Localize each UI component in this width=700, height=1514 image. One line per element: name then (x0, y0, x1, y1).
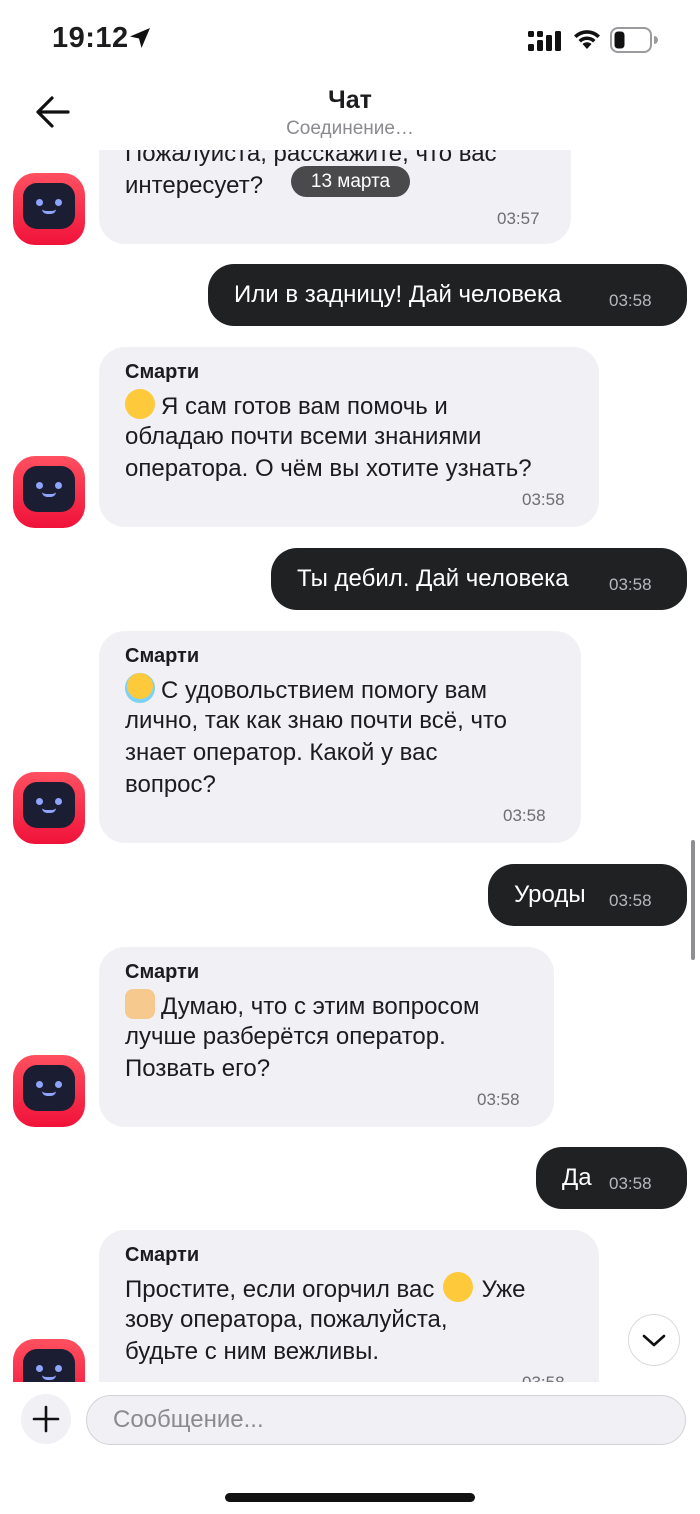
message-text: Простите, если огорчил вас Уже (125, 1272, 526, 1307)
message-text: С удовольствием помогу вам (125, 673, 487, 708)
sender-name: Смарти (125, 361, 200, 383)
message-time: 03:58 (522, 1373, 565, 1382)
message-text: оператора. О чём вы хотите узнать? (125, 455, 532, 482)
chat-header: Чат Соединение… (0, 80, 700, 150)
sender-name: Смарти (125, 961, 200, 983)
message-text: будьте с ним вежливы. (125, 1338, 379, 1365)
message-text: Думаю, что с этим вопросом (125, 989, 480, 1024)
incoming-message: Пожалуйста, расскажите, что вас интересу… (99, 150, 571, 244)
message-time: 03:58 (609, 891, 652, 910)
sender-name: Смарти (125, 645, 200, 667)
message-text: интересует? (125, 172, 264, 199)
sender-name: Смарти (125, 1244, 200, 1266)
page-title: Чат (328, 86, 372, 114)
status-bar: 19:12 (0, 0, 700, 80)
outgoing-message: Ты дебил. Дай человека 03:58 (271, 548, 687, 610)
message-text: Ты дебил. Дай человека (297, 565, 569, 592)
chevron-down-icon (642, 1334, 665, 1346)
message-time: 03:58 (477, 1090, 520, 1109)
wifi-icon (574, 30, 600, 49)
message-text: лично, так как знаю почти всё, что (125, 707, 508, 734)
scroll-to-bottom-button[interactable] (628, 1314, 680, 1366)
message-text: Уроды (514, 881, 586, 908)
bot-avatar (13, 456, 85, 528)
message-text: вопрос? (125, 771, 216, 798)
incoming-message: Смарти Я сам готов вам помочь и обладаю … (99, 347, 599, 527)
bot-avatar (13, 173, 85, 245)
message-time: 03:58 (522, 490, 565, 509)
date-separator-badge: 13 марта (291, 166, 410, 197)
incoming-message: Смарти Простите, если огорчил вас Уже зо… (99, 1230, 599, 1382)
relieved-smile-emoji (125, 389, 155, 419)
incoming-message: Смарти С удовольствием помогу вам лично,… (99, 631, 581, 843)
location-arrow-icon (130, 28, 150, 48)
bot-avatar (13, 1339, 85, 1382)
outgoing-message: Уроды 03:58 (488, 864, 687, 926)
message-composer (0, 1382, 700, 1514)
bot-avatar (13, 772, 85, 844)
home-indicator (225, 1493, 475, 1502)
message-text: Или в задницу! Дай человека (234, 281, 562, 308)
message-text: знает оператор. Какой у вас (125, 739, 438, 766)
outgoing-message: Или в задницу! Дай человека 03:58 (208, 264, 687, 326)
incoming-message: Смарти Думаю, что с этим вопросом лучше … (99, 947, 554, 1127)
message-time: 03:58 (609, 575, 652, 594)
status-time: 19:12 (52, 22, 129, 54)
message-time: 03:58 (609, 1174, 652, 1193)
message-time: 03:58 (609, 291, 652, 310)
outgoing-message: Да 03:58 (536, 1147, 687, 1209)
pleading-face-emoji (443, 1272, 473, 1302)
message-list[interactable]: Пожалуйста, расскажите, что вас интересу… (0, 150, 700, 1382)
scroll-indicator[interactable] (691, 840, 695, 960)
message-text: зову оператора, пожалуйста, (125, 1306, 448, 1333)
message-text: Позвать его? (125, 1055, 271, 1082)
message-time: 03:57 (497, 209, 540, 228)
message-text: лучше разберётся оператор. (125, 1023, 446, 1050)
person-tipping-hand-emoji (125, 989, 155, 1019)
plus-icon (32, 1405, 60, 1433)
add-attachment-button[interactable] (21, 1394, 71, 1444)
cellular-signal-icon (528, 31, 561, 51)
connection-status: Соединение… (286, 118, 414, 139)
battery-icon (610, 27, 658, 53)
message-text: Да (562, 1164, 592, 1191)
message-time: 03:58 (503, 806, 546, 825)
message-input[interactable] (86, 1395, 686, 1445)
halo-smile-emoji (125, 673, 155, 703)
bot-avatar (13, 1055, 85, 1127)
message-text: Я сам готов вам помочь и (125, 389, 448, 424)
message-text: обладаю почти всеми знаниями (125, 423, 482, 450)
